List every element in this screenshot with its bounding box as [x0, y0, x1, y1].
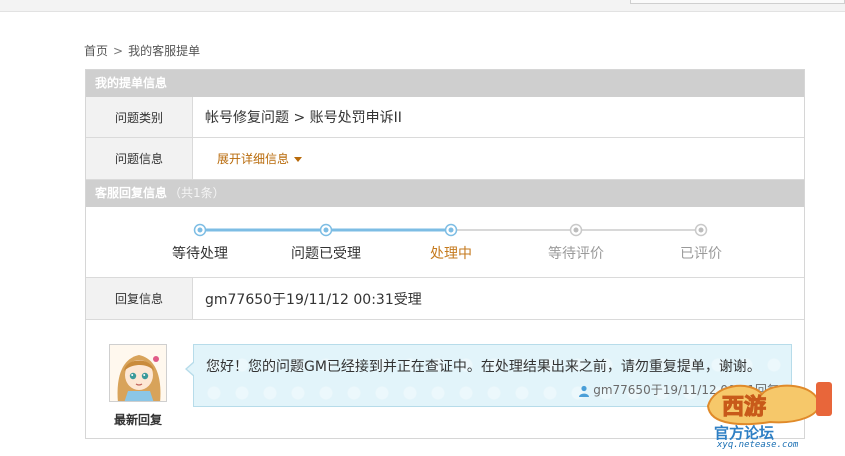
category-row: 问题类别 帐号修复问题 > 账号处罚申诉II — [86, 97, 804, 138]
reply-count: （共1条） — [169, 186, 225, 200]
reply-section-header: 客服回复信息 （共1条） — [86, 180, 804, 207]
browser-top-bar — [0, 0, 845, 12]
ticket-section-title: 我的提单信息 — [95, 76, 168, 90]
watermark-url: xyq.netease.com — [717, 440, 799, 450]
category-label: 问题类别 — [86, 97, 193, 137]
progress-step-dot-center — [698, 227, 704, 233]
expand-details-link[interactable]: 展开详细信息 — [217, 150, 303, 167]
reply-info-label: 回复信息 — [86, 278, 193, 319]
progress-step-dot-center — [323, 227, 329, 233]
reply-info-row: 回复信息 gm77650于19/11/12 00:31受理 — [86, 278, 804, 320]
info-label: 问题信息 — [86, 138, 193, 179]
info-value: 展开详细信息 — [193, 138, 804, 179]
reply-section-title: 客服回复信息 — [95, 186, 168, 200]
latest-reply-area: 最新回复 您好！您的问题GM已经接到并正在查证中。在处理结果出来之前，请勿重复提… — [86, 320, 804, 438]
progress-step-label: 问题已受理 — [291, 246, 361, 262]
reply-message: 您好！您的问题GM已经接到并正在查证中。在处理结果出来之前，请勿重复提单，谢谢。 — [206, 359, 761, 375]
ticket-panel: 我的提单信息 问题类别 帐号修复问题 > 账号处罚申诉II 问题信息 展开详细信… — [85, 69, 805, 439]
latest-reply-caption: 最新回复 — [113, 413, 162, 427]
info-row: 问题信息 展开详细信息 — [86, 138, 804, 180]
breadcrumb-current: 我的客服提单 — [128, 44, 201, 58]
breadcrumb-separator: > — [113, 44, 124, 58]
progress-step-dot-center — [573, 227, 579, 233]
progress-step-label: 已评价 — [680, 246, 722, 262]
breadcrumb-home-link[interactable]: 首页 — [84, 44, 108, 58]
progress-tracker: 等待处理 问题已受理 处理中 等待评价 已评价 — [86, 207, 804, 278]
progress-step-dot-center — [448, 227, 454, 233]
progress-step-label: 处理中 — [430, 246, 472, 262]
caret-down-icon — [294, 157, 303, 162]
logo-text: 西游 — [722, 394, 766, 420]
expand-details-label: 展开详细信息 — [217, 152, 290, 166]
girl-avatar-icon — [109, 344, 167, 402]
ticket-section-header: 我的提单信息 — [86, 70, 804, 97]
category-value: 帐号修复问题 > 账号处罚申诉II — [205, 110, 402, 126]
user-icon — [579, 385, 590, 397]
top-right-tab — [630, 0, 845, 4]
progress-step-label: 等待评价 — [548, 246, 604, 262]
breadcrumb: 首页 > 我的客服提单 — [84, 42, 200, 59]
progress-step-label: 等待处理 — [172, 246, 228, 262]
progress-step-dot-center — [197, 227, 203, 233]
reply-info-value: gm77650于19/11/12 00:31受理 — [205, 291, 422, 308]
